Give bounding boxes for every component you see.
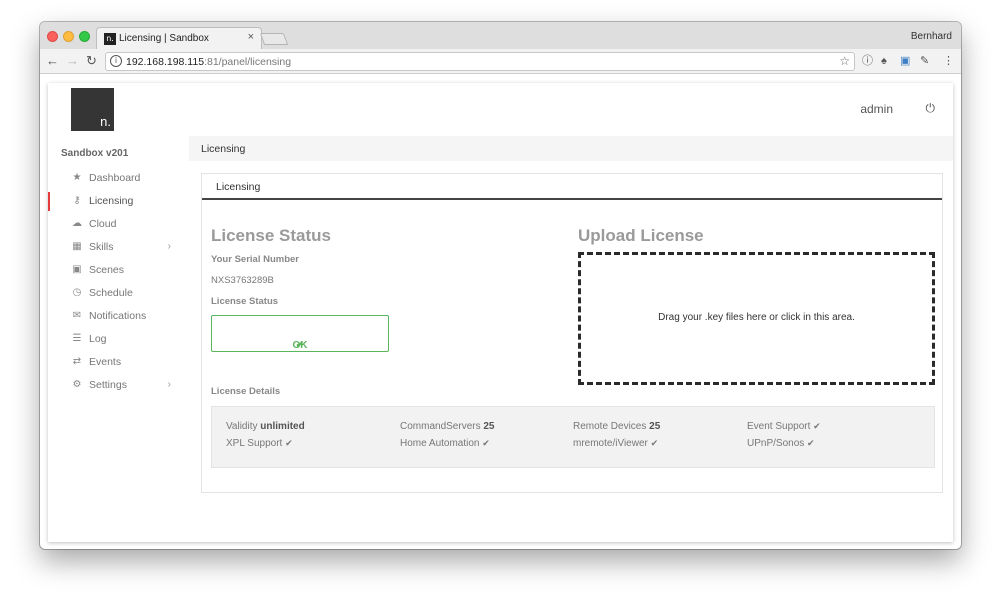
eyedropper-extension-icon[interactable]: ✎: [920, 54, 929, 68]
browser-window: n. Licensing | Sandbox × Bernhard ← → ↻ …: [40, 22, 961, 549]
web-page: n. Sandbox v201 ★ Dashboard ⚷ Licensing …: [48, 83, 953, 542]
forward-arrow-icon[interactable]: →: [66, 53, 79, 69]
sidebar-item-label: Licensing: [89, 195, 134, 207]
sidebar-item-schedule[interactable]: ◷ Schedule: [48, 282, 189, 305]
sidebar-item-label: Cloud: [89, 218, 117, 230]
sidebar-item-label: Settings: [89, 379, 127, 391]
grid-icon: ▦: [72, 241, 82, 252]
check-icon: ✔: [285, 439, 293, 449]
profile-name[interactable]: Bernhard: [911, 31, 952, 42]
logo-text: n.: [100, 114, 111, 129]
sidebar-item-label: Schedule: [89, 287, 133, 299]
favicon-icon: n.: [104, 33, 116, 45]
zoom-window-button[interactable]: [79, 31, 90, 42]
sidebar-item-log[interactable]: ☰ Log: [48, 328, 189, 351]
card-title: Licensing: [216, 181, 261, 193]
licensing-card: Licensing License Status Your Serial Num…: [201, 173, 943, 493]
detail-mremote-iviewer: mremote/iViewer ✔: [573, 438, 659, 449]
license-details-label: License Details: [211, 386, 281, 397]
breadcrumb-current: Licensing: [201, 143, 246, 155]
reload-icon[interactable]: ↻: [86, 53, 97, 69]
url-text[interactable]: 192.168.198.115:81/panel/licensing: [126, 56, 291, 68]
breadcrumb: Licensing: [189, 136, 953, 161]
star-icon: ★: [72, 172, 82, 183]
gear-icon: ⚙: [72, 379, 82, 390]
new-tab-button[interactable]: [259, 33, 289, 45]
sidebar-item-label: Log: [89, 333, 107, 345]
info-extension-icon[interactable]: ⓘ: [862, 54, 873, 68]
check-icon: ✔: [807, 439, 815, 449]
chevron-right-icon: ›: [167, 379, 171, 390]
serial-number-value: NXS3763289B: [211, 275, 274, 286]
exchange-icon: ⇄: [72, 356, 82, 367]
envelope-icon: ✉: [72, 310, 82, 321]
cast-extension-icon[interactable]: ▣: [900, 54, 910, 68]
sidebar-item-label: Events: [89, 356, 122, 368]
detail-commandservers: CommandServers 25: [400, 421, 495, 432]
cloud-icon: ☁: [72, 218, 82, 229]
sidebar-item-skills[interactable]: ▦ Skills ›: [48, 236, 189, 259]
upload-license-heading: Upload License: [578, 226, 704, 245]
detail-event-support: Event Support ✔: [747, 421, 821, 432]
power-icon[interactable]: ⏻: [926, 101, 936, 116]
browser-menu-icon[interactable]: ⋮: [943, 54, 954, 68]
sidebar-item-settings[interactable]: ⚙ Settings ›: [48, 374, 189, 397]
sidebar-item-label: Dashboard: [89, 172, 141, 184]
tab-close-icon[interactable]: ×: [248, 31, 254, 43]
url-host: 192.168.198.115: [126, 56, 205, 68]
back-arrow-icon[interactable]: ←: [46, 53, 59, 69]
detail-xpl-support: XPL Support ✔: [226, 438, 293, 449]
top-bar: admin ⏻: [189, 83, 953, 135]
close-window-button[interactable]: [47, 31, 58, 42]
detail-remote-devices: Remote Devices 25: [573, 421, 661, 432]
license-details-panel: Validity unlimited CommandServers 25 Rem…: [211, 406, 935, 468]
license-status-label: License Status: [211, 296, 279, 307]
image-icon: ▣: [72, 264, 82, 275]
clock-icon: ◷: [72, 287, 82, 298]
browser-tab[interactable]: n. Licensing | Sandbox ×: [96, 27, 262, 50]
license-status-heading: License Status: [211, 226, 331, 245]
serial-number-label: Your Serial Number: [211, 254, 299, 265]
check-icon: ✔: [813, 422, 821, 432]
status-text: OK: [292, 340, 308, 351]
sidebar: n. Sandbox v201 ★ Dashboard ⚷ Licensing …: [48, 83, 189, 542]
detail-home-automation: Home Automation ✔: [400, 438, 490, 449]
sidebar-item-licensing[interactable]: ⚷ Licensing: [48, 190, 189, 213]
sidebar-item-cloud[interactable]: ☁ Cloud: [48, 213, 189, 236]
user-menu[interactable]: admin: [860, 102, 893, 116]
detail-validity: Validity unlimited: [226, 421, 305, 432]
check-icon: ✔: [650, 439, 659, 449]
sidebar-item-label: Skills: [89, 241, 114, 253]
license-dropzone[interactable]: Drag your .key files here or click in th…: [578, 252, 935, 385]
sidebar-item-scenes[interactable]: ▣ Scenes: [48, 259, 189, 282]
chevron-right-icon: ›: [167, 241, 171, 252]
sidebar-menu: ★ Dashboard ⚷ Licensing ☁ Cloud ▦ Skills…: [48, 167, 189, 397]
app-logo[interactable]: n.: [71, 88, 114, 131]
status-badge: ✔ OK: [211, 315, 389, 352]
brand-version: Sandbox v201: [61, 148, 129, 159]
detail-upnp-sonos: UPnP/Sonos ✔: [747, 438, 815, 449]
tab-title: Licensing | Sandbox: [119, 33, 209, 44]
evernote-extension-icon[interactable]: ♠: [881, 54, 887, 68]
dropzone-text: Drag your .key files here or click in th…: [658, 312, 855, 323]
address-bar[interactable]: i 192.168.198.115:81/panel/licensing ☆: [105, 52, 855, 71]
card-header: Licensing: [202, 174, 942, 200]
sidebar-item-dashboard[interactable]: ★ Dashboard: [48, 167, 189, 190]
browser-toolbar: ← → ↻ i 192.168.198.115:81/panel/licensi…: [40, 49, 961, 74]
sidebar-item-label: Notifications: [89, 310, 147, 322]
sidebar-item-notifications[interactable]: ✉ Notifications: [48, 305, 189, 328]
sidebar-item-events[interactable]: ⇄ Events: [48, 351, 189, 374]
url-path: :81/panel/licensing: [204, 56, 292, 68]
minimize-window-button[interactable]: [63, 31, 74, 42]
sidebar-item-label: Scenes: [89, 264, 125, 276]
key-icon: ⚷: [73, 195, 81, 206]
bookmark-star-icon[interactable]: ☆: [839, 54, 850, 68]
list-icon: ☰: [72, 333, 82, 344]
site-info-icon[interactable]: i: [110, 55, 122, 67]
tab-strip: n. Licensing | Sandbox × Bernhard: [40, 22, 961, 50]
check-icon: ✔: [482, 439, 490, 449]
